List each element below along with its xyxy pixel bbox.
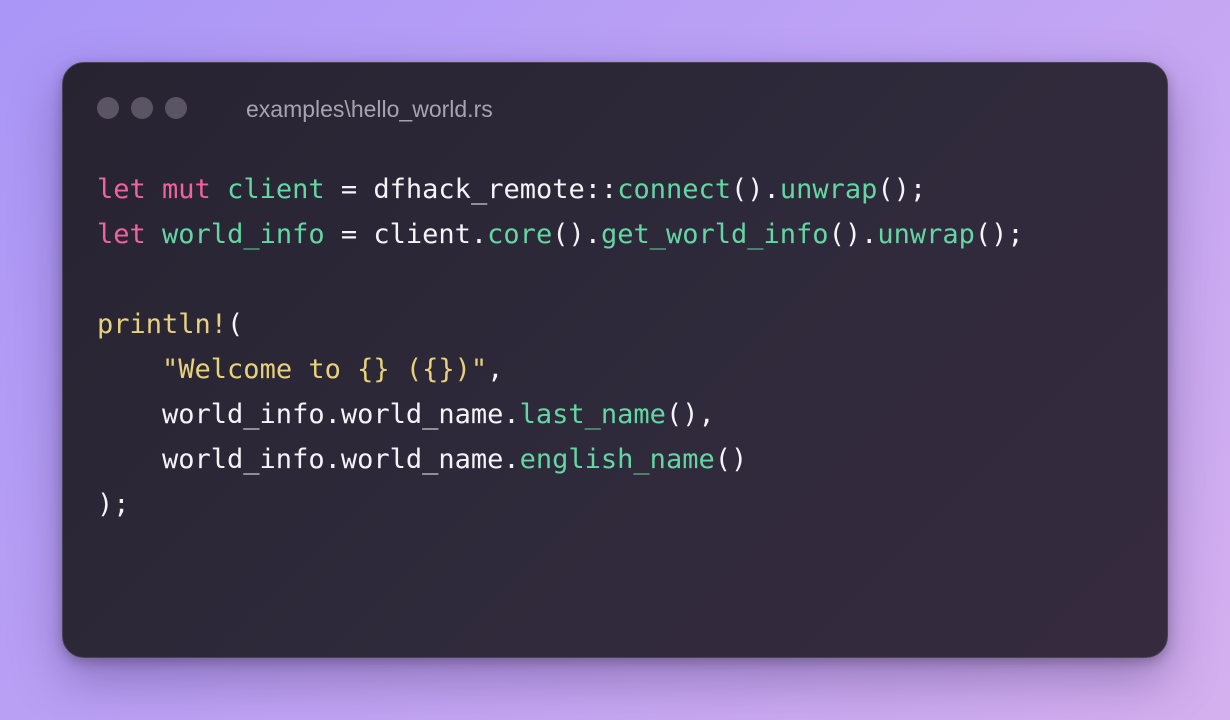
function-token: unwrap — [877, 219, 975, 250]
function-token: english_name — [519, 444, 715, 475]
code-text: (). — [731, 174, 780, 205]
keyword-token: let — [97, 174, 146, 205]
code-line: "Welcome to {} ({})", — [97, 347, 1024, 392]
function-token: get_world_info — [600, 219, 829, 250]
code-text: (); — [974, 219, 1024, 250]
code-line: world_info.world_name.last_name(), — [97, 392, 1024, 437]
code-line: let mut client = dfhack_remote::connect(… — [97, 167, 1024, 212]
file-name: examples\hello_world.rs — [246, 96, 493, 122]
code-text: world_info.world_name. — [97, 444, 520, 475]
string-token: "Welcome to {} ({})" — [162, 354, 488, 385]
code-window: examples\hello_world.rs let mut client =… — [62, 62, 1168, 658]
code-line: ); — [97, 482, 1024, 527]
function-token: last_name — [519, 399, 666, 430]
code-text: (), — [665, 399, 715, 430]
function-token: connect — [617, 174, 732, 205]
variable-token: world_info — [162, 219, 325, 250]
code-text: = client. — [324, 219, 488, 250]
code-text: , — [487, 354, 504, 385]
code-block[interactable]: let mut client = dfhack_remote::connect(… — [97, 167, 1024, 527]
code-text: () — [714, 444, 748, 475]
function-token: core — [487, 219, 553, 250]
code-line: world_info.world_name.english_name() — [97, 437, 1024, 482]
window-zoom-dot[interactable] — [165, 97, 187, 119]
keyword-token: let — [97, 219, 146, 250]
code-line: let world_info = client.core().get_world… — [97, 212, 1024, 257]
macro-token: println! — [97, 309, 228, 340]
code-text: ( — [227, 309, 244, 340]
code-text: ); — [97, 489, 130, 520]
code-text: world_info.world_name. — [97, 399, 520, 430]
window-close-dot[interactable] — [97, 97, 119, 119]
code-line: println!( — [97, 302, 1024, 347]
variable-token: client — [227, 174, 325, 205]
keyword-token: mut — [162, 174, 211, 205]
code-text: = dfhack_remote:: — [324, 174, 618, 205]
function-token: unwrap — [779, 174, 878, 205]
code-text: (); — [877, 174, 927, 205]
window-minimize-dot[interactable] — [131, 97, 153, 119]
code-text: (). — [552, 219, 601, 250]
code-text: (). — [828, 219, 878, 250]
window-titlebar: examples\hello_world.rs — [63, 63, 1167, 157]
